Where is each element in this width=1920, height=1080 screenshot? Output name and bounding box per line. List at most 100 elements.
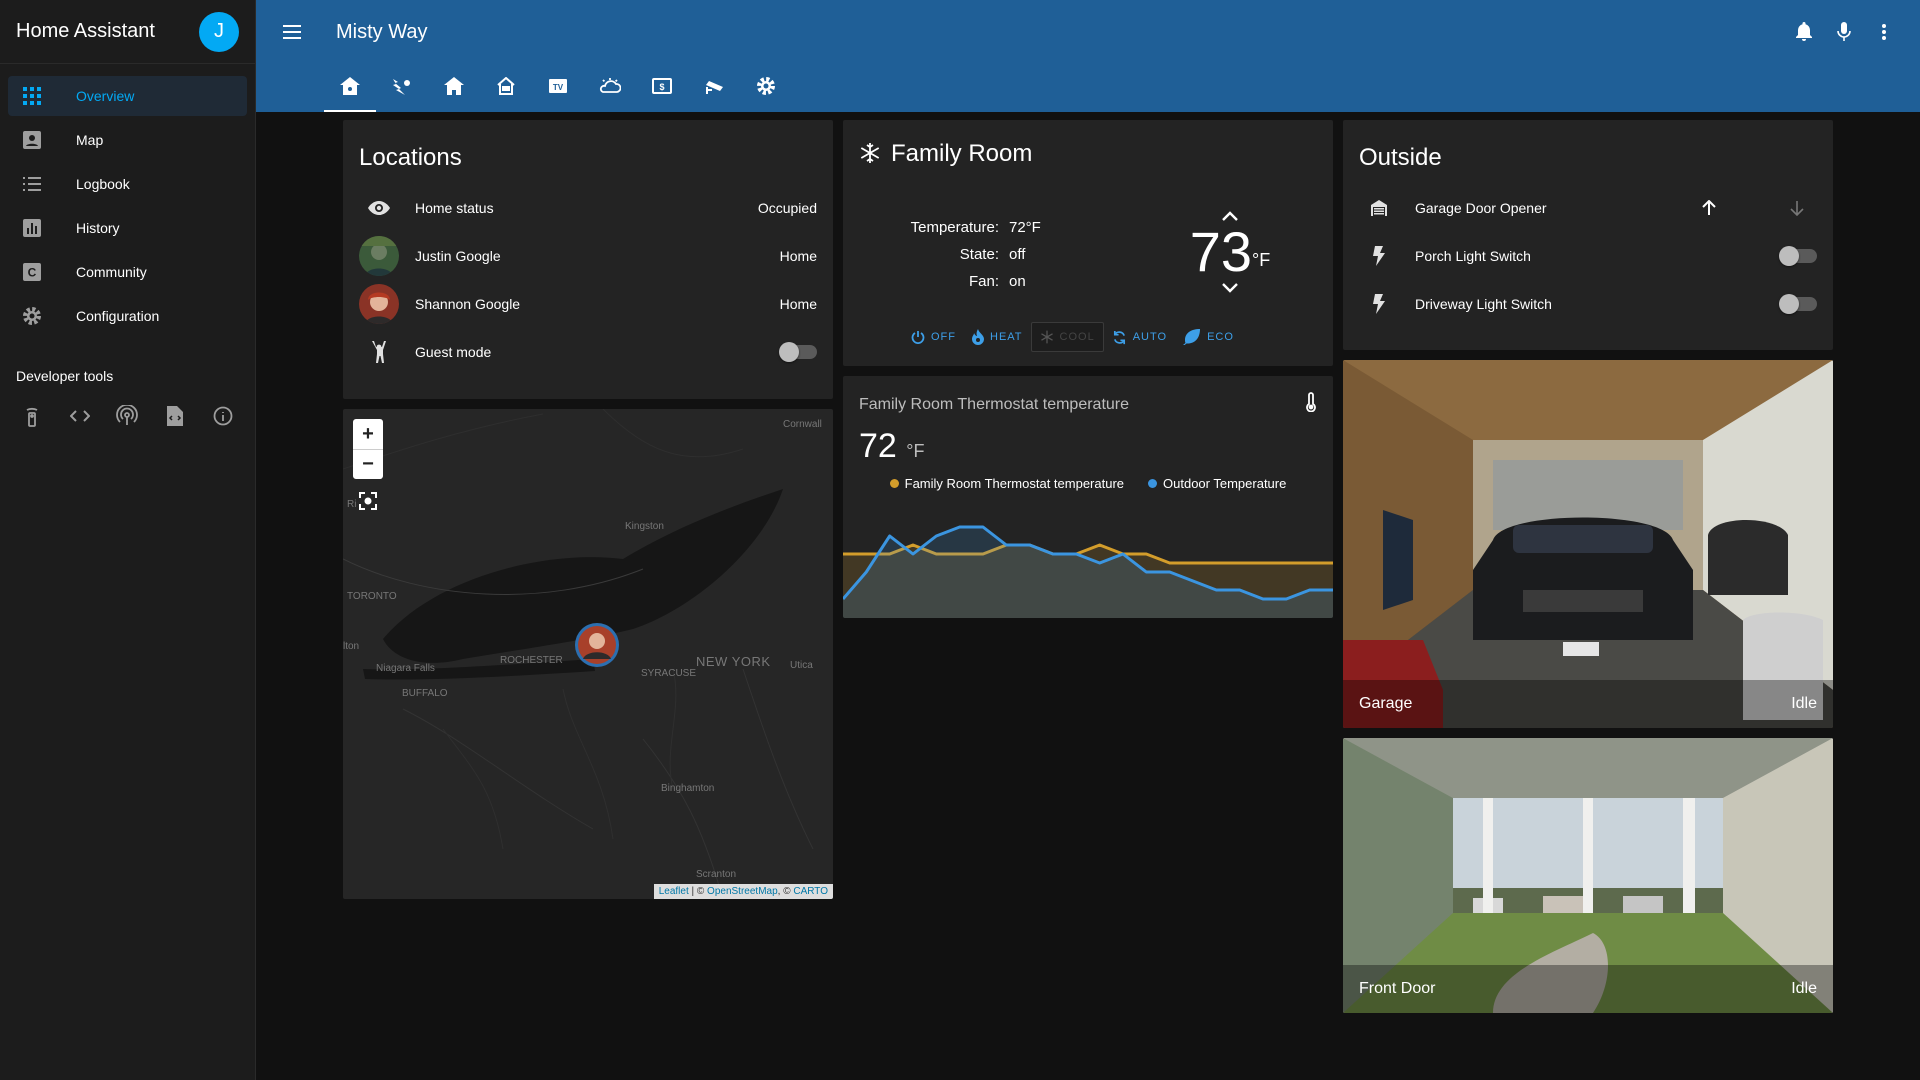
sensor-unit: °F: [906, 441, 925, 461]
sidebar-item-map[interactable]: Map: [8, 120, 247, 160]
osm-link[interactable]: OpenStreetMap: [707, 886, 778, 897]
entity-name: Porch Light Switch: [1415, 248, 1531, 264]
camera-garage[interactable]: Garage Idle: [1343, 360, 1833, 728]
camera-name: Front Door: [1359, 980, 1436, 997]
snowflake-icon: [859, 142, 883, 166]
map-label: ROCHESTER: [500, 655, 563, 666]
chevron-down-icon[interactable]: [1220, 282, 1240, 294]
porch-light-toggle[interactable]: [1779, 246, 1817, 266]
entity-name: Driveway Light Switch: [1415, 296, 1552, 312]
microphone-icon[interactable]: [1824, 12, 1864, 52]
legend-label: Outdoor Temperature: [1163, 476, 1287, 491]
tab-weather-night[interactable]: [584, 64, 636, 112]
camera-front-door[interactable]: Front Door Idle: [1343, 738, 1833, 1013]
tab-home[interactable]: [324, 64, 376, 112]
chart-legend: Family Room Thermostat temperature Outdo…: [843, 476, 1333, 491]
mode-label: OFF: [931, 331, 956, 343]
entity-row-shannon[interactable]: Shannon Google Home: [343, 280, 833, 328]
info-icon[interactable]: [199, 396, 247, 436]
sidebar-item-label: Map: [76, 132, 104, 148]
sidebar-item-community[interactable]: C Community: [8, 252, 247, 292]
entity-row-garage-door: Garage Door Opener: [1343, 184, 1833, 232]
entity-name: Guest mode: [415, 344, 492, 360]
guest-mode-toggle[interactable]: [779, 342, 817, 362]
map-label: TORONTO: [347, 591, 397, 602]
map-label: Scranton: [696, 869, 737, 880]
person-picture: [359, 284, 399, 324]
mode-label: COOL: [1059, 331, 1095, 343]
tab-weather[interactable]: [376, 64, 428, 112]
entity-state: Occupied: [757, 200, 817, 216]
legend-label: Family Room Thermostat temperature: [904, 476, 1125, 491]
more-vert-icon[interactable]: [1864, 12, 1904, 52]
code-icon[interactable]: [56, 396, 104, 436]
mode-label: ECO: [1207, 331, 1234, 343]
sensor-card[interactable]: Family Room Thermostat temperature 72 °F…: [843, 376, 1333, 618]
camera-caption: Garage Idle: [1343, 680, 1833, 728]
eye-icon: [359, 188, 399, 228]
entity-row-home-status[interactable]: Home status Occupied: [343, 184, 833, 232]
sensor-value: 72: [859, 427, 897, 465]
map-label: BUFFALO: [402, 688, 448, 699]
autorenew-icon: [1113, 330, 1125, 344]
user-avatar[interactable]: J: [199, 11, 239, 52]
sidebar-item-configuration[interactable]: Configuration: [8, 296, 247, 336]
legend-item[interactable]: Outdoor Temperature: [1148, 476, 1286, 491]
list-icon: [20, 172, 44, 196]
view-tabs: TV $: [324, 64, 792, 112]
outside-card: Outside Garage Door Opener Porch Light S…: [1343, 120, 1833, 350]
sidebar-item-overview[interactable]: Overview: [8, 76, 247, 116]
mode-eco-button[interactable]: ECO: [1175, 322, 1242, 352]
cctv-icon: [703, 77, 725, 100]
map-label: Cornwall: [783, 419, 822, 430]
broadcast-icon[interactable]: [104, 396, 152, 436]
carto-link[interactable]: CARTO: [793, 886, 828, 897]
mode-heat-button[interactable]: HEAT: [964, 322, 1031, 352]
tab-money[interactable]: $: [636, 64, 688, 112]
tab-cctv[interactable]: [688, 64, 740, 112]
entity-row-guest-mode: Guest mode: [343, 328, 833, 376]
entity-name: Home status: [415, 200, 494, 216]
leaf-icon: [1183, 329, 1201, 345]
zoom-out-button[interactable]: −: [353, 449, 383, 479]
tab-house[interactable]: [428, 64, 480, 112]
bell-icon[interactable]: [1784, 12, 1824, 52]
legend-item[interactable]: Family Room Thermostat temperature: [889, 476, 1125, 491]
map-card[interactable]: + − Cornwall Kingston TORONTO lton Niaga…: [343, 409, 833, 899]
sidebar-item-label: Configuration: [76, 308, 160, 324]
top-app-bar: Misty Way TV $: [256, 0, 1920, 112]
entity-state: Home: [779, 296, 817, 312]
flash-icon: [1359, 236, 1399, 276]
legend-dot: [1148, 479, 1158, 488]
house-outline-icon: [496, 76, 516, 100]
tab-house-outline[interactable]: [480, 64, 532, 112]
driveway-light-toggle[interactable]: [1779, 294, 1817, 314]
sidebar-item-logbook[interactable]: Logbook: [8, 164, 247, 204]
mode-cool-button[interactable]: COOL: [1030, 322, 1104, 352]
file-code-icon[interactable]: [151, 396, 199, 436]
zoom-in-button[interactable]: +: [353, 419, 383, 449]
mode-off-button[interactable]: OFF: [903, 322, 964, 352]
home-icon: [340, 76, 360, 100]
fan-value: on: [1009, 273, 1026, 290]
mode-label: AUTO: [1132, 331, 1168, 343]
mode-auto-button[interactable]: AUTO: [1104, 322, 1175, 352]
entity-row-porch-light: Porch Light Switch: [1343, 232, 1833, 280]
entity-row-justin[interactable]: Justin Google Home: [343, 232, 833, 280]
map-zoom-control: + −: [353, 419, 383, 479]
map-label: Utica: [790, 660, 813, 671]
menu-icon[interactable]: [272, 12, 312, 52]
tab-settings[interactable]: [740, 64, 792, 112]
sidebar-item-history[interactable]: History: [8, 208, 247, 248]
tab-tv[interactable]: TV: [532, 64, 584, 112]
arrow-down-icon[interactable]: [1777, 188, 1817, 228]
sidebar-nav: Overview Map Logbook History C Community: [0, 64, 255, 336]
sidebar-header: Home Assistant J: [0, 0, 255, 64]
weather-night-icon: [599, 76, 622, 101]
fit-map-icon[interactable]: [358, 491, 378, 511]
remote-icon[interactable]: [8, 396, 56, 436]
leaflet-link[interactable]: Leaflet: [659, 886, 689, 897]
arrow-up-icon[interactable]: [1689, 188, 1729, 228]
entity-name: Shannon Google: [415, 296, 521, 312]
svg-text:TV: TV: [553, 83, 564, 92]
